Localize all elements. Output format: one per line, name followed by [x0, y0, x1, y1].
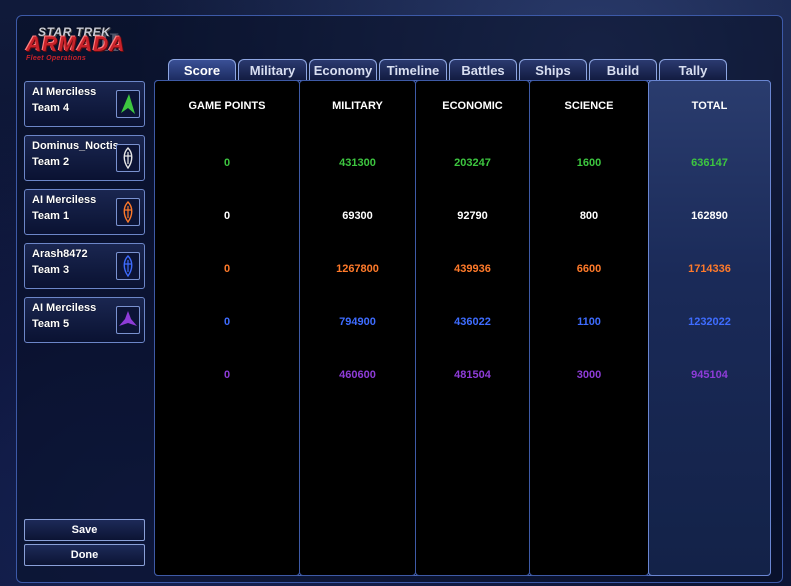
header-military: MILITARY [332, 100, 383, 112]
cell-total: 636147 [691, 157, 728, 169]
player-card[interactable]: AI Merciless Team 4 [24, 81, 145, 127]
tab-label: Score [183, 63, 221, 78]
cell-total: 162890 [691, 210, 728, 222]
cell-game-points: 0 [223, 369, 231, 381]
tab-label: Tally [678, 63, 708, 78]
done-button[interactable]: Done [24, 544, 145, 566]
tab-label: Ships [535, 63, 571, 78]
tab-battles[interactable]: Battles [449, 59, 517, 81]
column-game-points [154, 80, 300, 576]
cell-economic: 481504 [454, 369, 491, 381]
header-economic: ECONOMIC [442, 100, 503, 112]
cell-game-points: 0 [223, 157, 231, 169]
logo-line2: ARMADA [26, 33, 126, 56]
tab-timeline[interactable]: Timeline [379, 59, 447, 81]
cell-military: 69300 [342, 210, 373, 222]
tab-label: Build [606, 63, 640, 78]
cell-game-points: 0 [223, 263, 231, 275]
header-science: SCIENCE [564, 100, 614, 112]
tab-ships[interactable]: Ships [519, 59, 587, 81]
cell-game-points: 0 [223, 210, 231, 222]
column-military [299, 80, 416, 576]
tab-economy[interactable]: Economy [309, 59, 377, 81]
logo-line3: Fleet Operations [26, 55, 87, 62]
player-card[interactable]: AI Merciless Team 5 [24, 297, 145, 343]
player-name: Dominus_Noctis [32, 140, 119, 152]
cell-science: 6600 [576, 263, 602, 275]
klingon-icon [116, 306, 140, 334]
player-name: AI Merciless [32, 86, 97, 98]
romulan-icon [116, 252, 140, 280]
cell-total: 945104 [691, 369, 728, 381]
player-card[interactable]: AI Merciless Team 1 [24, 189, 145, 235]
player-team: Team 1 [32, 210, 70, 222]
cell-economic: 439936 [454, 263, 491, 275]
tab-label: Military [249, 63, 296, 78]
cell-military: 460600 [339, 369, 376, 381]
tab-label: Timeline [386, 63, 440, 78]
player-card[interactable]: Dominus_Noctis Team 2 [24, 135, 145, 181]
cell-economic: 203247 [454, 157, 491, 169]
tab-build[interactable]: Build [589, 59, 657, 81]
column-science [529, 80, 649, 576]
game-logo: II STAR TREK ARMADA Fleet Operations [24, 25, 150, 65]
cell-science: 800 [579, 210, 599, 222]
player-name: AI Merciless [32, 194, 97, 206]
cell-military: 1267800 [336, 263, 379, 275]
romulan-icon [116, 144, 140, 172]
federation-icon [116, 90, 140, 118]
klingon-icon [116, 198, 140, 226]
save-button[interactable]: Save [24, 519, 145, 541]
player-team: Team 5 [32, 318, 70, 330]
cell-science: 1600 [576, 157, 602, 169]
cell-military: 431300 [339, 157, 376, 169]
column-total [648, 80, 771, 576]
tab-tally[interactable]: Tally [659, 59, 727, 81]
cell-economic: 436022 [454, 316, 491, 328]
player-team: Team 4 [32, 102, 70, 114]
cell-economic: 92790 [457, 210, 488, 222]
player-name: Arash8472 [32, 248, 88, 260]
player-team: Team 2 [32, 156, 70, 168]
cell-game-points: 0 [223, 316, 231, 328]
player-name: AI Merciless [32, 302, 97, 314]
tab-military[interactable]: Military [238, 59, 307, 81]
header-total: TOTAL [691, 100, 728, 112]
cell-science: 1100 [577, 316, 601, 328]
cell-total: 1714336 [688, 263, 731, 275]
cell-military: 794900 [339, 316, 376, 328]
player-team: Team 3 [32, 264, 70, 276]
tab-score[interactable]: Score [168, 59, 236, 81]
player-card[interactable]: Arash8472 Team 3 [24, 243, 145, 289]
tab-label: Economy [313, 63, 373, 78]
column-economic [415, 80, 530, 576]
cell-total: 1232022 [688, 316, 731, 328]
header-game-points: GAME POINTS [188, 100, 266, 112]
cell-science: 3000 [576, 369, 602, 381]
tab-label: Battles [461, 63, 505, 78]
